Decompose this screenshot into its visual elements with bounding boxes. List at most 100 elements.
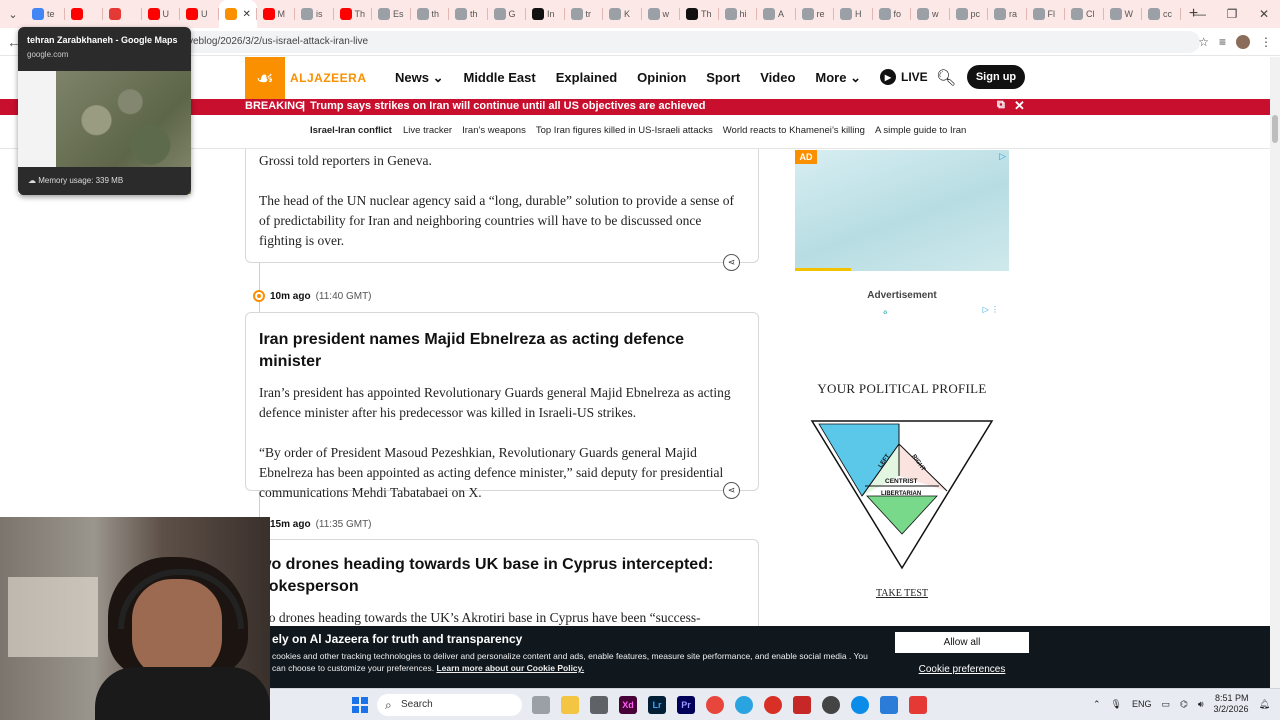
nav-opinion[interactable]: Opinion <box>637 70 686 86</box>
address-bar[interactable]: veblog/2026/3/2/us-israel-attack-iran-li… <box>180 31 1200 53</box>
browser-tab[interactable]: pc <box>950 0 989 28</box>
nav-explained[interactable]: Explained <box>556 70 617 86</box>
browser-tab[interactable]: In <box>526 0 565 28</box>
browser-tab[interactable]: K <box>603 0 642 28</box>
lightroom-icon[interactable]: Lr <box>648 696 666 714</box>
browser-tab[interactable]: W <box>1104 0 1143 28</box>
sidebar-ad[interactable]: AD ▷ <box>795 150 1009 271</box>
browser-tab[interactable]: U <box>142 0 181 28</box>
post-headline[interactable]: wo drones heading towards UK base in Cyp… <box>246 540 758 608</box>
maximize-icon[interactable]: ❐ <box>1216 0 1248 28</box>
browser-tab[interactable]: th <box>449 0 488 28</box>
page-scrollbar[interactable] <box>1270 57 1280 688</box>
nav-video[interactable]: Video <box>760 70 795 86</box>
subnav-link[interactable]: Top Iran figures killed in US-Israeli at… <box>536 125 713 136</box>
subnav-title[interactable]: Israel-Iran conflict <box>310 125 392 136</box>
nav-news[interactable]: News ⌄ <box>395 70 443 86</box>
clock[interactable]: 8:51 PM 3/2/2026 <box>1214 693 1249 715</box>
browser-tab[interactable]: Th <box>334 0 373 28</box>
browser-tab[interactable]: is <box>295 0 334 28</box>
subnav-link[interactable]: A simple guide to Iran <box>875 125 966 136</box>
expand-icon[interactable]: ⧉ <box>997 99 1005 112</box>
menu-icon[interactable]: ⋮ <box>1260 35 1272 49</box>
app-icon[interactable] <box>590 696 608 714</box>
browser-tab[interactable]: ✕ <box>218 0 257 28</box>
edge-icon[interactable] <box>851 696 869 714</box>
app-icon[interactable] <box>793 696 811 714</box>
app-icon[interactable] <box>880 696 898 714</box>
browser-tab[interactable]: G <box>488 0 527 28</box>
windows-start-icon[interactable] <box>352 697 368 713</box>
share-icon[interactable]: ⋖ <box>723 482 740 499</box>
nav-middle-east[interactable]: Middle East <box>463 70 535 86</box>
browser-tab[interactable]: w <box>642 0 681 28</box>
browser-tab[interactable]: te <box>26 0 65 28</box>
take-test-link[interactable]: TAKE TEST <box>803 588 1001 599</box>
cookie-preferences-link[interactable]: Cookie preferences <box>895 664 1029 675</box>
browser-tab[interactable]: fo <box>873 0 912 28</box>
breaking-headline[interactable]: Trump says strikes on Iran will continue… <box>310 100 706 112</box>
close-window-icon[interactable]: ✕ <box>1248 0 1280 28</box>
media-icon[interactable]: ≡ <box>1219 35 1226 49</box>
app-icon[interactable] <box>822 696 840 714</box>
aljazeera-logo-icon[interactable]: ☙ <box>245 57 285 99</box>
browser-tab[interactable]: Th <box>680 0 719 28</box>
adchoices-icon[interactable]: ▷ ⋮ <box>983 305 999 314</box>
browser-tab[interactable]: ra <box>988 0 1027 28</box>
minimize-icon[interactable]: — <box>1184 0 1216 28</box>
language-indicator[interactable]: ENG <box>1132 699 1152 709</box>
file-explorer-icon[interactable] <box>561 696 579 714</box>
share-icon[interactable]: ⋖ <box>723 254 740 271</box>
adobe-xd-icon[interactable]: Xd <box>619 696 637 714</box>
adchoices-icon[interactable]: ▷ <box>999 151 1006 162</box>
cookie-policy-link[interactable]: Learn more about our Cookie Policy. <box>436 663 584 673</box>
scrollbar-thumb[interactable] <box>1272 115 1278 143</box>
logo-text[interactable]: ALJAZEERA <box>290 71 367 85</box>
taskbar-search[interactable]: Search <box>377 694 522 716</box>
browser-tab[interactable]: Es <box>372 0 411 28</box>
tab-close-icon[interactable]: ✕ <box>243 9 251 20</box>
browser-tab[interactable]: re <box>796 0 835 28</box>
browser-tab[interactable] <box>65 0 104 28</box>
browser-tab[interactable] <box>103 0 142 28</box>
subnav-link[interactable]: Live tracker <box>403 125 452 136</box>
volume-icon[interactable]: 🔊︎ <box>1198 699 1204 710</box>
subnav-link[interactable]: World reacts to Khamenei’s killing <box>723 125 865 136</box>
political-profile-ad[interactable]: ♻ ▷ ⋮ YOUR POLITICAL PROFILE LEFT RIGHT … <box>803 303 1001 603</box>
post-headline[interactable]: Iran president names Majid Ebnelreza as … <box>246 313 758 383</box>
browser-tab[interactable]: Fl <box>1027 0 1066 28</box>
nav-more[interactable]: More ⌄ <box>815 70 861 86</box>
tray-chevron-icon[interactable]: ⌃ <box>1093 699 1101 710</box>
subnav-link[interactable]: Iran’s weapons <box>462 125 526 136</box>
notifications-icon[interactable]: 🔔︎ <box>1259 699 1270 710</box>
network-icon[interactable]: ⌬ <box>1180 699 1188 710</box>
browser-tab[interactable]: M <box>257 0 296 28</box>
browser-tab[interactable]: w <box>911 0 950 28</box>
microphone-icon[interactable]: 🎙︎ <box>1111 699 1122 710</box>
browser-tab[interactable]: U <box>180 0 219 28</box>
chrome-icon[interactable] <box>706 696 724 714</box>
close-breaking-icon[interactable]: ✕ <box>1014 98 1025 114</box>
nav-sport[interactable]: Sport <box>706 70 740 86</box>
premiere-icon[interactable]: Pr <box>677 696 695 714</box>
allow-all-button[interactable]: Allow all <box>895 632 1029 653</box>
browser-tab[interactable]: H <box>834 0 873 28</box>
acrobat-icon[interactable] <box>909 696 927 714</box>
live-button[interactable]: ▶ LIVE <box>880 69 928 85</box>
browser-tab[interactable]: A <box>757 0 796 28</box>
telegram-icon[interactable] <box>735 696 753 714</box>
profile-avatar[interactable] <box>1236 35 1250 49</box>
browser-tab[interactable]: th <box>411 0 450 28</box>
browser-tab[interactable]: hi <box>719 0 758 28</box>
task-view-icon[interactable] <box>532 696 550 714</box>
app-icon[interactable] <box>764 696 782 714</box>
browser-tab[interactable]: cc <box>1142 0 1181 28</box>
signup-button[interactable]: Sign up <box>967 65 1025 89</box>
browser-tab[interactable]: Cl <box>1065 0 1104 28</box>
browser-tab[interactable]: tr <box>565 0 604 28</box>
tab-search-icon[interactable]: ⌄ <box>0 0 26 28</box>
display-icon[interactable]: ▭ <box>1161 699 1170 710</box>
bookmark-star-icon[interactable]: ☆ <box>1198 35 1209 49</box>
search-icon[interactable]: 🔍︎ <box>936 68 956 88</box>
tab-favicon-icon <box>724 8 737 20</box>
